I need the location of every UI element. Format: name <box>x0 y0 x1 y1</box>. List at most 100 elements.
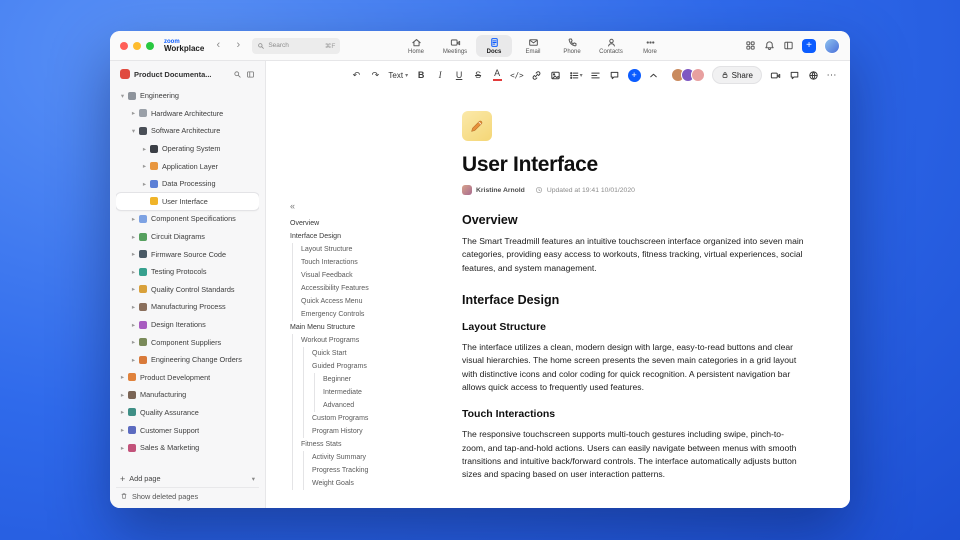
document-canvas[interactable]: User Interface Kristine Arnold Updated a… <box>450 89 850 508</box>
insert-block-button[interactable]: + <box>627 68 641 82</box>
tab-phone[interactable]: Phone <box>554 35 590 57</box>
user-avatar[interactable] <box>824 37 840 54</box>
bold-button[interactable]: B <box>415 66 427 84</box>
sidebar-item-quality-control-standards[interactable]: ▸ Quality Control Standards <box>116 281 259 299</box>
chevron-down-icon[interactable]: ▾ <box>129 127 138 135</box>
outline-item-quick-start[interactable]: Quick Start <box>290 347 450 360</box>
outline-item-accessibility-features[interactable]: Accessibility Features <box>290 282 450 295</box>
sidebar-item-quality-assurance[interactable]: ▸ Quality Assurance <box>116 404 259 422</box>
sidebar-item-firmware-source-code[interactable]: ▸ Firmware Source Code <box>116 245 259 263</box>
maximize-window-button[interactable] <box>146 41 154 50</box>
sidebar-item-manufacturing-process[interactable]: ▸ Manufacturing Process <box>116 298 259 316</box>
add-page-button[interactable]: + Add page ▾ <box>116 470 259 487</box>
outline-collapse-icon[interactable]: « <box>290 201 302 211</box>
global-search-input[interactable]: Search ⌘F <box>252 37 341 54</box>
tab-contacts[interactable]: Contacts <box>593 35 629 57</box>
outline-item-quick-access-menu[interactable]: Quick Access Menu <box>290 295 450 308</box>
list-dropdown[interactable]: ▾ <box>569 66 583 84</box>
tab-meetings[interactable]: Meetings <box>437 35 473 57</box>
outline-item-progress-tracking[interactable]: Progress Tracking <box>290 464 450 477</box>
chevron-right-icon[interactable]: ▸ <box>118 426 127 434</box>
outline-item-main-menu-structure[interactable]: Main Menu Structure <box>290 321 450 334</box>
chevron-right-icon[interactable]: ▸ <box>129 215 138 223</box>
italic-button[interactable]: I <box>434 66 446 84</box>
outline-item-interface-design[interactable]: Interface Design <box>290 230 450 243</box>
toolbar-more-button[interactable]: ⋯ <box>826 66 838 84</box>
outline-item-visual-feedback[interactable]: Visual Feedback <box>290 269 450 282</box>
comment-button[interactable] <box>609 66 621 84</box>
align-button[interactable] <box>590 66 602 84</box>
chevron-right-icon[interactable]: ▸ <box>118 408 127 416</box>
sidebar-search-icon[interactable] <box>233 70 242 79</box>
chevron-right-icon[interactable]: ▸ <box>140 162 149 170</box>
chevron-right-icon[interactable]: ▸ <box>129 303 138 311</box>
sidebar-item-circuit-diagrams[interactable]: ▸ Circuit Diagrams <box>116 228 259 246</box>
chevron-right-icon[interactable]: ▸ <box>118 444 127 452</box>
chevron-down-icon[interactable]: ▾ <box>252 475 255 483</box>
sidebar-item-component-suppliers[interactable]: ▸ Component Suppliers <box>116 333 259 351</box>
text-style-dropdown[interactable]: Text ▾ <box>388 66 408 84</box>
start-video-button[interactable] <box>769 66 781 84</box>
collapse-toolbar-button[interactable] <box>648 66 660 84</box>
notifications-bell-icon[interactable] <box>764 40 775 51</box>
outline-item-emergency-controls[interactable]: Emergency Controls <box>290 308 450 321</box>
share-button[interactable]: Share <box>711 66 762 84</box>
chevron-right-icon[interactable]: ▸ <box>140 145 149 153</box>
publish-web-button[interactable] <box>807 66 819 84</box>
sidebar-item-operating-system[interactable]: ▸ Operating System <box>116 140 259 158</box>
outline-item-weight-goals[interactable]: Weight Goals <box>290 477 450 490</box>
chevron-right-icon[interactable]: ▸ <box>129 268 138 276</box>
sidebar-item-sales-marketing[interactable]: ▸ Sales & Marketing <box>116 439 259 457</box>
chevron-right-icon[interactable]: ▸ <box>129 285 138 293</box>
sidebar-item-engineering[interactable]: ▾ Engineering <box>116 87 259 105</box>
minimize-window-button[interactable] <box>133 41 141 50</box>
outline-item-custom-programs[interactable]: Custom Programs <box>290 412 450 425</box>
chevron-right-icon[interactable]: ▸ <box>129 338 138 346</box>
undo-button[interactable]: ↶ <box>350 66 362 84</box>
workspace-header[interactable]: Product Documenta... <box>116 67 259 81</box>
sidebar-item-user-interface[interactable]: User Interface <box>116 192 259 211</box>
sidebar-item-engineering-change-orders[interactable]: ▸ Engineering Change Orders <box>116 351 259 369</box>
sidebar-item-product-development[interactable]: ▸ Product Development <box>116 369 259 387</box>
chevron-right-icon[interactable]: ▸ <box>118 373 127 381</box>
sidebar-item-software-architecture[interactable]: ▾ Software Architecture <box>116 122 259 140</box>
text-color-button[interactable]: A <box>491 66 503 84</box>
inline-code-button[interactable]: </> <box>510 66 524 84</box>
link-button[interactable] <box>531 66 543 84</box>
sidebar-item-testing-protocols[interactable]: ▸ Testing Protocols <box>116 263 259 281</box>
tab-docs[interactable]: Docs <box>476 35 512 57</box>
open-comments-button[interactable] <box>788 66 800 84</box>
outline-item-workout-programs[interactable]: Workout Programs <box>290 334 450 347</box>
outline-item-beginner[interactable]: Beginner <box>290 373 450 386</box>
forward-button[interactable]: › <box>232 40 244 51</box>
panel-toggle-icon[interactable] <box>783 40 794 51</box>
outline-item-intermediate[interactable]: Intermediate <box>290 386 450 399</box>
sidebar-item-data-processing[interactable]: ▸ Data Processing <box>116 175 259 193</box>
outline-item-fitness-stats[interactable]: Fitness Stats <box>290 438 450 451</box>
document-emoji-icon[interactable] <box>462 111 492 141</box>
collaborator-avatar[interactable] <box>690 68 705 82</box>
chevron-right-icon[interactable]: ▸ <box>129 233 138 241</box>
sidebar-item-manufacturing[interactable]: ▸ Manufacturing <box>116 386 259 404</box>
tab-email[interactable]: Email <box>515 35 551 57</box>
tab-more[interactable]: More <box>632 35 668 57</box>
redo-button[interactable]: ↷ <box>369 66 381 84</box>
document-body[interactable]: Overview The Smart Treadmill features an … <box>462 213 804 481</box>
tab-home[interactable]: Home <box>398 35 434 57</box>
sidebar-item-hardware-architecture[interactable]: ▸ Hardware Architecture <box>116 105 259 123</box>
back-button[interactable]: ‹ <box>212 40 224 51</box>
close-window-button[interactable] <box>120 41 128 50</box>
chevron-right-icon[interactable]: ▸ <box>129 356 138 364</box>
chevron-right-icon[interactable]: ▸ <box>129 109 138 117</box>
outline-item-layout-structure[interactable]: Layout Structure <box>290 243 450 256</box>
sidebar-item-application-layer[interactable]: ▸ Application Layer <box>116 157 259 175</box>
chevron-right-icon[interactable]: ▸ <box>118 391 127 399</box>
chevron-right-icon[interactable]: ▸ <box>129 321 138 329</box>
underline-button[interactable]: U <box>453 66 465 84</box>
strikethrough-button[interactable]: S <box>472 66 484 84</box>
show-deleted-pages-button[interactable]: Show deleted pages <box>116 487 259 504</box>
outline-item-overview[interactable]: Overview <box>290 217 450 230</box>
outline-item-touch-interactions[interactable]: Touch Interactions <box>290 256 450 269</box>
chevron-right-icon[interactable]: ▸ <box>140 180 149 188</box>
sidebar-item-customer-support[interactable]: ▸ Customer Support <box>116 421 259 439</box>
